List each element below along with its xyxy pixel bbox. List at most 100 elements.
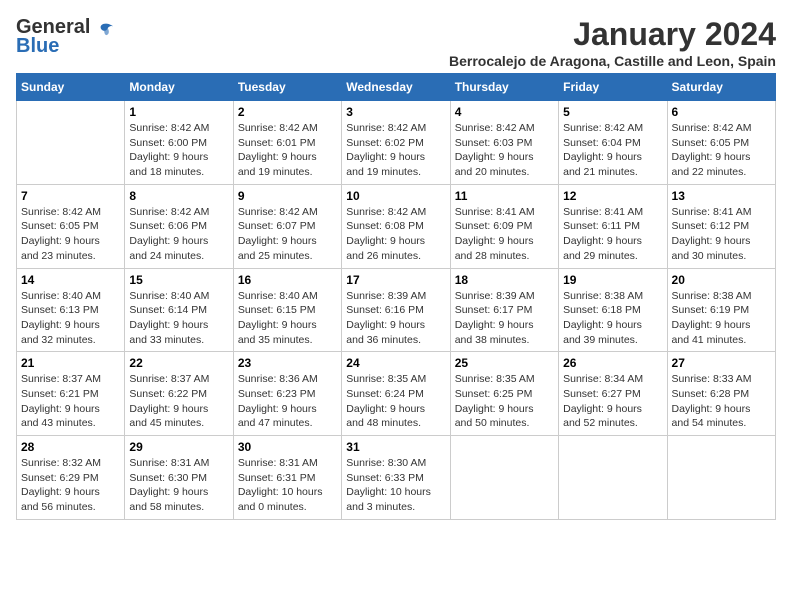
- calendar-body: 1Sunrise: 8:42 AMSunset: 6:00 PMDaylight…: [17, 101, 776, 520]
- day-number: 27: [672, 356, 771, 370]
- sunrise-line: Sunrise: 8:42 AM: [672, 122, 752, 134]
- daylight-line: and 48 minutes.: [346, 417, 421, 429]
- day-number: 4: [455, 105, 554, 119]
- calendar-cell: 11Sunrise: 8:41 AMSunset: 6:09 PMDayligh…: [450, 184, 558, 268]
- month-title: January 2024: [449, 16, 776, 53]
- daylight-line: and 56 minutes.: [21, 501, 96, 513]
- sunset-line: Sunset: 6:23 PM: [238, 388, 316, 400]
- sunset-line: Sunset: 6:33 PM: [346, 472, 424, 484]
- daylight-line: Daylight: 9 hours: [455, 235, 534, 247]
- daylight-line: Daylight: 9 hours: [455, 319, 534, 331]
- sunset-line: Sunset: 6:05 PM: [672, 137, 750, 149]
- daylight-line: Daylight: 9 hours: [455, 151, 534, 163]
- sunrise-line: Sunrise: 8:34 AM: [563, 373, 643, 385]
- daylight-line: and 22 minutes.: [672, 166, 747, 178]
- cell-info: Sunrise: 8:42 AMSunset: 6:07 PMDaylight:…: [238, 205, 337, 264]
- daylight-line: and 39 minutes.: [563, 334, 638, 346]
- calendar-week-row: 7Sunrise: 8:42 AMSunset: 6:05 PMDaylight…: [17, 184, 776, 268]
- day-number: 20: [672, 273, 771, 287]
- sunrise-line: Sunrise: 8:40 AM: [21, 290, 101, 302]
- daylight-line: Daylight: 9 hours: [346, 151, 425, 163]
- sunrise-line: Sunrise: 8:31 AM: [129, 457, 209, 469]
- daylight-line: and 19 minutes.: [238, 166, 313, 178]
- calendar-cell: 9Sunrise: 8:42 AMSunset: 6:07 PMDaylight…: [233, 184, 341, 268]
- daylight-line: Daylight: 10 hours: [346, 486, 431, 498]
- day-number: 17: [346, 273, 445, 287]
- daylight-line: and 33 minutes.: [129, 334, 204, 346]
- cell-info: Sunrise: 8:39 AM Sunset: 6:16 PM Daylight:…: [346, 289, 445, 348]
- daylight-line: Daylight: 9 hours: [129, 403, 208, 415]
- day-number: 14: [21, 273, 120, 287]
- sunset-line: Sunset: 6:25 PM: [455, 388, 533, 400]
- sunrise-line: Sunrise: 8:42 AM: [238, 206, 318, 218]
- calendar-cell: 29Sunrise: 8:31 AMSunset: 6:30 PMDayligh…: [125, 436, 233, 520]
- calendar-cell: 25Sunrise: 8:35 AMSunset: 6:25 PMDayligh…: [450, 352, 558, 436]
- col-header-wednesday: Wednesday: [342, 74, 450, 101]
- sunset-line: Sunset: 6:30 PM: [129, 472, 207, 484]
- calendar-cell: 24Sunrise: 8:35 AMSunset: 6:24 PMDayligh…: [342, 352, 450, 436]
- calendar-cell: 20Sunrise: 8:38 AMSunset: 6:19 PMDayligh…: [667, 268, 775, 352]
- sunset-line: Sunset: 6:16 PM: [346, 304, 424, 316]
- calendar-cell: 28Sunrise: 8:32 AMSunset: 6:29 PMDayligh…: [17, 436, 125, 520]
- day-number: 18: [455, 273, 554, 287]
- sunset-line: Sunset: 6:27 PM: [563, 388, 641, 400]
- sunset-line: Sunset: 6:31 PM: [238, 472, 316, 484]
- cell-info: Sunrise: 8:42 AMSunset: 6:05 PMDaylight:…: [672, 121, 771, 180]
- sunrise-line: Sunrise: 8:33 AM: [672, 373, 752, 385]
- daylight-line: Daylight: 9 hours: [21, 403, 100, 415]
- calendar-week-row: 1Sunrise: 8:42 AMSunset: 6:00 PMDaylight…: [17, 101, 776, 185]
- cell-info: Sunrise: 8:39 AMSunset: 6:17 PMDaylight:…: [455, 289, 554, 348]
- cell-info: Sunrise: 8:36 AMSunset: 6:23 PMDaylight:…: [238, 372, 337, 431]
- daylight-line: Daylight: 9 hours: [672, 319, 751, 331]
- daylight-line: and 50 minutes.: [455, 417, 530, 429]
- calendar-cell: 31Sunrise: 8:30 AMSunset: 6:33 PMDayligh…: [342, 436, 450, 520]
- day-number: 10: [346, 189, 445, 203]
- day-number: 11: [455, 189, 554, 203]
- cell-info: Sunrise: 8:42 AMSunset: 6:01 PMDaylight:…: [238, 121, 337, 180]
- sunrise-line: Sunrise: 8:42 AM: [563, 122, 643, 134]
- col-header-monday: Monday: [125, 74, 233, 101]
- sunrise-line: Sunrise: 8:39 AM: [346, 290, 426, 302]
- cell-info: Sunrise: 8:41 AMSunset: 6:11 PMDaylight:…: [563, 205, 662, 264]
- daylight-line: and 21 minutes.: [563, 166, 638, 178]
- calendar-cell: 18 Sunrise: 8:39 AMSunset: 6:17 PMDayligh…: [450, 268, 558, 352]
- sunrise-line: Sunrise: 8:42 AM: [129, 206, 209, 218]
- sunrise-line: Sunrise: 8:37 AM: [21, 373, 101, 385]
- day-number: 6: [672, 105, 771, 119]
- daylight-line: and 45 minutes.: [129, 417, 204, 429]
- cell-info: Sunrise: 8:42 AMSunset: 6:06 PMDaylight:…: [129, 205, 228, 264]
- sunset-line: Sunset: 6:17 PM: [455, 304, 533, 316]
- calendar-cell: 30Sunrise: 8:31 AMSunset: 6:31 PMDayligh…: [233, 436, 341, 520]
- col-header-friday: Friday: [559, 74, 667, 101]
- daylight-line: and 0 minutes.: [238, 501, 307, 513]
- sunset-line: Sunset: 6:29 PM: [21, 472, 99, 484]
- logo-blue: Blue: [16, 35, 59, 58]
- cell-info: Sunrise: 8:37 AMSunset: 6:22 PMDaylight:…: [129, 372, 228, 431]
- daylight-line: and 29 minutes.: [563, 250, 638, 262]
- calendar-cell: [17, 101, 125, 185]
- sunrise-line: Sunrise: 8:41 AM: [672, 206, 752, 218]
- daylight-line: Daylight: 9 hours: [346, 319, 425, 331]
- sunrise-line: Sunrise: 8:32 AM: [21, 457, 101, 469]
- day-number: 29: [129, 440, 228, 454]
- calendar-header-row: SundayMondayTuesdayWednesdayThursdayFrid…: [17, 74, 776, 101]
- daylight-line: Daylight: 9 hours: [346, 403, 425, 415]
- calendar-cell: 3Sunrise: 8:42 AMSunset: 6:02 PMDaylight…: [342, 101, 450, 185]
- sunrise-line: Sunrise: 8:41 AM: [563, 206, 643, 218]
- daylight-line: and 23 minutes.: [21, 250, 96, 262]
- day-number: 22: [129, 356, 228, 370]
- calendar-cell: 8Sunrise: 8:42 AMSunset: 6:06 PMDaylight…: [125, 184, 233, 268]
- daylight-line: and 41 minutes.: [672, 334, 747, 346]
- cell-info: Sunrise: 8:42 AMSunset: 6:03 PMDaylight:…: [455, 121, 554, 180]
- daylight-line: Daylight: 9 hours: [21, 235, 100, 247]
- daylight-line: and 30 minutes.: [672, 250, 747, 262]
- daylight-line: and 35 minutes.: [238, 334, 313, 346]
- sunrise-line: Sunrise: 8:40 AM: [238, 290, 318, 302]
- cell-info: Sunrise: 8:42 AMSunset: 6:08 PMDaylight:…: [346, 205, 445, 264]
- sunset-line: Sunset: 6:03 PM: [455, 137, 533, 149]
- col-header-saturday: Saturday: [667, 74, 775, 101]
- calendar-cell: 12Sunrise: 8:41 AMSunset: 6:11 PMDayligh…: [559, 184, 667, 268]
- daylight-line: and 24 minutes.: [129, 250, 204, 262]
- daylight-line: and 52 minutes.: [563, 417, 638, 429]
- cell-info: Sunrise: 8:42 AMSunset: 6:02 PMDaylight:…: [346, 121, 445, 180]
